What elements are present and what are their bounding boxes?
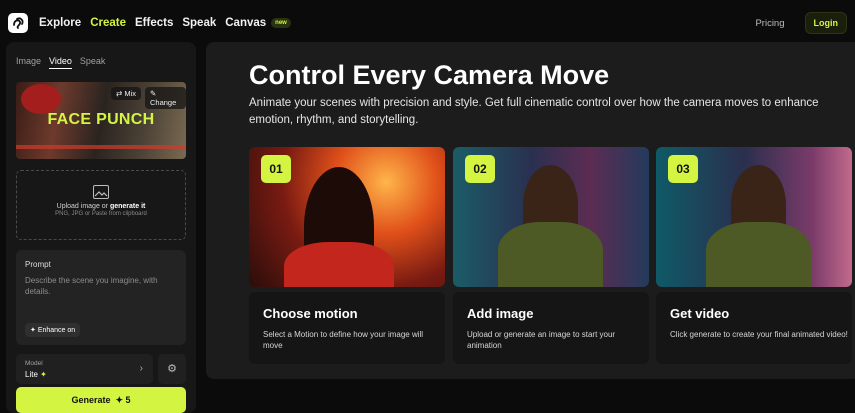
upload-dropzone[interactable]: Upload image or generate it PNG, JPG or … bbox=[16, 170, 186, 240]
step-number: 02 bbox=[465, 155, 495, 183]
upload-hint: PNG, JPG or Paste from clipboard bbox=[55, 211, 147, 217]
model-select[interactable]: Model Lite ✦ › bbox=[16, 354, 153, 384]
effect-title: FACE PUNCH bbox=[47, 111, 155, 128]
header-actions: Pricing Login bbox=[755, 12, 847, 34]
nav-speak[interactable]: Speak bbox=[182, 17, 216, 29]
logo-icon[interactable] bbox=[8, 13, 28, 33]
step-card: 01 Choose motion Select a Motion to defi… bbox=[249, 147, 445, 364]
step-title: Get video bbox=[670, 306, 730, 321]
upload-prefix: Upload image or bbox=[56, 203, 110, 210]
nav-effects[interactable]: Effects bbox=[135, 17, 173, 29]
chevron-right-icon: › bbox=[139, 363, 143, 374]
model-name: Lite bbox=[25, 370, 38, 379]
create-panel: Image Video Speak FACE PUNCH ⇄ Mix ✎ Cha… bbox=[6, 42, 196, 413]
change-button[interactable]: ✎ Change bbox=[145, 87, 186, 109]
change-label: Change bbox=[150, 98, 177, 107]
step-body: Choose motion Select a Motion to define … bbox=[249, 292, 445, 364]
effect-preview[interactable]: FACE PUNCH ⇄ Mix ✎ Change bbox=[16, 82, 186, 159]
top-bar: Explore Create Effects Speak Canvas new … bbox=[0, 0, 855, 46]
step-body: Get video Click generate to create your … bbox=[656, 292, 852, 364]
generate-link[interactable]: generate it bbox=[110, 203, 145, 210]
step-body: Add image Upload or generate an image to… bbox=[453, 292, 649, 364]
generate-label: Generate bbox=[71, 395, 111, 405]
image-upload-icon bbox=[93, 185, 109, 199]
nav-canvas[interactable]: Canvas bbox=[225, 17, 266, 29]
pricing-link[interactable]: Pricing bbox=[755, 18, 784, 29]
step-desc: Click generate to create your final anim… bbox=[670, 330, 848, 339]
main-nav: Explore Create Effects Speak Canvas new bbox=[39, 17, 291, 29]
step-card: 03 Get video Click generate to create yo… bbox=[656, 147, 852, 364]
preview-glove-shape bbox=[21, 84, 61, 114]
mode-tabs: Image Video Speak bbox=[16, 56, 113, 69]
login-button[interactable]: Login bbox=[804, 12, 847, 34]
generate-credits: 5 bbox=[125, 395, 131, 405]
step-number: 03 bbox=[668, 155, 698, 183]
step-desc: Select a Motion to define how your image… bbox=[263, 330, 424, 350]
generate-button[interactable]: Generate ✦ 5 bbox=[16, 387, 186, 413]
step-card: 02 Add image Upload or generate an image… bbox=[453, 147, 649, 364]
model-label: Model bbox=[25, 360, 43, 367]
nav-create[interactable]: Create bbox=[90, 17, 126, 29]
credit-icon: ✦ bbox=[115, 395, 124, 405]
mix-label: Mix bbox=[124, 89, 137, 98]
step-desc: Upload or generate an image to start you… bbox=[467, 330, 616, 350]
prompt-input[interactable]: Describe the scene you imagine, with det… bbox=[25, 275, 175, 297]
preview-ring-shape bbox=[16, 145, 186, 149]
prompt-box[interactable]: Prompt Describe the scene you imagine, w… bbox=[16, 250, 186, 345]
tab-image[interactable]: Image bbox=[16, 56, 41, 69]
new-badge: new bbox=[271, 18, 291, 28]
tab-video[interactable]: Video bbox=[49, 56, 72, 69]
prompt-label: Prompt bbox=[25, 260, 51, 269]
page-title: Control Every Camera Move bbox=[249, 60, 610, 90]
step-number: 01 bbox=[261, 155, 291, 183]
feature-panel: Control Every Camera Move Animate your s… bbox=[206, 42, 855, 379]
nav-explore[interactable]: Explore bbox=[39, 17, 81, 29]
step-title: Add image bbox=[467, 306, 534, 321]
page-subtitle: Animate your scenes with precision and s… bbox=[249, 97, 819, 126]
settings-sliders-icon[interactable]: ⚙ bbox=[158, 354, 186, 384]
enhance-label: Enhance on bbox=[37, 327, 76, 334]
upload-text: Upload image or generate it bbox=[17, 203, 185, 210]
model-value: Lite ✦ bbox=[25, 370, 47, 379]
mix-button[interactable]: ⇄ Mix bbox=[111, 87, 142, 100]
tab-speak[interactable]: Speak bbox=[80, 56, 106, 69]
sparkle-icon: ✦ bbox=[40, 370, 47, 379]
enhance-toggle[interactable]: ✦ Enhance on bbox=[25, 323, 81, 337]
step-title: Choose motion bbox=[263, 306, 358, 321]
